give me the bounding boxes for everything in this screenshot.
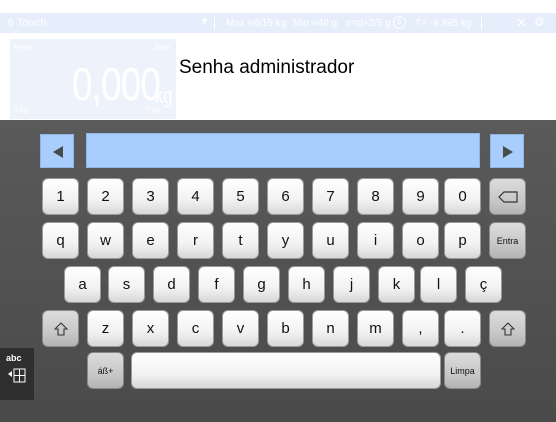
key-7[interactable]: 7 — [312, 178, 349, 215]
key-j[interactable]: j — [333, 266, 370, 303]
key-a[interactable]: a — [64, 266, 101, 303]
key-9[interactable]: 9 — [402, 178, 439, 215]
key-u[interactable]: u — [312, 222, 349, 259]
arrow-right-icon — [503, 146, 513, 158]
weight-display-panel: Peso Zero 0,000 kg 3 kg T kg — [10, 39, 176, 119]
key-f[interactable]: f — [198, 266, 235, 303]
symbols-button[interactable]: áß+ — [87, 352, 124, 389]
key-y[interactable]: y — [267, 222, 304, 259]
key-v[interactable]: v — [222, 310, 259, 347]
backspace-icon — [497, 190, 518, 203]
scale-label: 3 kg — [14, 107, 28, 114]
tare-label: T= -9,995 kg — [415, 18, 472, 29]
key-h[interactable]: h — [288, 266, 325, 303]
key-l[interactable]: l — [420, 266, 457, 303]
key-z[interactable]: z — [87, 310, 124, 347]
backspace-button[interactable] — [489, 178, 526, 215]
key-6[interactable]: 6 — [267, 178, 304, 215]
shift-icon — [53, 321, 68, 336]
arrow-left-icon — [53, 146, 63, 158]
cursor-left-button[interactable] — [40, 134, 74, 168]
division-label: e=d=2/5 g — [346, 18, 392, 29]
weight-value: 0,000 — [72, 58, 161, 110]
divider — [214, 16, 215, 30]
app-name: 6 Touch — [8, 17, 47, 29]
key-r[interactable]: r — [177, 222, 214, 259]
min-capacity-label: Min =40 g — [293, 18, 338, 29]
key-period[interactable]: . — [444, 310, 481, 347]
key-g[interactable]: g — [243, 266, 280, 303]
zero-indicator-icon: 0 — [393, 16, 406, 29]
key-s[interactable]: s — [108, 266, 145, 303]
key-p[interactable]: p — [444, 222, 481, 259]
clear-button[interactable]: Limpa — [444, 352, 481, 389]
key-c[interactable]: c — [177, 310, 214, 347]
peso-label: Peso — [14, 43, 33, 52]
zero-label: Zero — [153, 43, 170, 52]
shift-right-button[interactable] — [489, 310, 526, 347]
keyboard-icon — [8, 368, 26, 383]
key-e[interactable]: e — [132, 222, 169, 259]
key-k[interactable]: k — [378, 266, 415, 303]
password-input[interactable] — [86, 133, 480, 168]
top-status-bar: 6 Touch ▼ Max =6/15 kg Min =40 g e=d=2/5… — [0, 13, 556, 33]
divider — [481, 16, 482, 30]
key-q[interactable]: q — [42, 222, 79, 259]
key-m[interactable]: m — [357, 310, 394, 347]
weight-unit: kg — [155, 83, 173, 108]
key-2[interactable]: 2 — [87, 178, 124, 215]
key-w[interactable]: w — [87, 222, 124, 259]
max-capacity-label: Max =6/15 kg — [226, 18, 287, 29]
key-5[interactable]: 5 — [222, 178, 259, 215]
key-d[interactable]: d — [153, 266, 190, 303]
settings-icon[interactable]: ⚙ — [534, 15, 545, 29]
key-4[interactable]: 4 — [177, 178, 214, 215]
key-8[interactable]: 8 — [357, 178, 394, 215]
key-i[interactable]: i — [357, 222, 394, 259]
key-3[interactable]: 3 — [132, 178, 169, 215]
space-bar[interactable] — [131, 352, 441, 389]
shift-icon — [500, 321, 515, 336]
tare-unit-label: T kg — [146, 107, 160, 114]
key-comma[interactable]: , — [402, 310, 439, 347]
key-t[interactable]: t — [222, 222, 259, 259]
close-icon[interactable]: ✕ — [516, 15, 527, 31]
key-1[interactable]: 1 — [42, 178, 79, 215]
key-c-cedilla[interactable]: ç — [465, 266, 502, 303]
keyboard-mode-label: abc — [6, 353, 22, 363]
password-prompt-title: Senha administrador — [179, 57, 355, 78]
shift-left-button[interactable] — [42, 310, 79, 347]
enter-button[interactable]: Entra — [489, 222, 526, 259]
key-b[interactable]: b — [267, 310, 304, 347]
keyboard-mode-toggle[interactable]: abc — [0, 348, 34, 400]
key-o[interactable]: o — [402, 222, 439, 259]
key-0[interactable]: 0 — [444, 178, 481, 215]
on-screen-keyboard: 1 2 3 4 5 6 7 8 9 0 q w e r t y u i o p … — [0, 120, 556, 422]
key-x[interactable]: x — [132, 310, 169, 347]
cursor-right-button[interactable] — [490, 134, 524, 168]
key-n[interactable]: n — [312, 310, 349, 347]
app-dropdown-icon[interactable]: ▼ — [200, 16, 209, 26]
